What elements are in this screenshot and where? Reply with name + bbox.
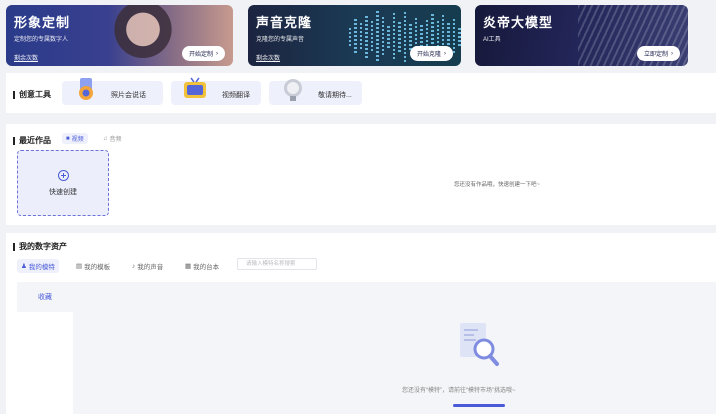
button-label: 开始克隆 (416, 52, 441, 58)
tool-label: 敬请期待... (318, 92, 352, 99)
model-search-input[interactable]: 请输入模特名称搜索 (237, 258, 317, 270)
tool-label: 视频翻译 (222, 92, 250, 99)
favorite-tab[interactable]: 收藏 (38, 292, 52, 302)
tab-label: 我的模板 (84, 264, 111, 271)
tool-video-translate[interactable]: 视频翻译 (171, 77, 261, 105)
chevron-right-icon: › (216, 50, 218, 57)
asset-panel: 收藏 您还没有“模特”，请前往“模特市场”挑选哦~ (17, 282, 716, 414)
tab-audio[interactable]: ♫ 音频 (99, 133, 126, 144)
mic-icon: ♪ (132, 262, 136, 270)
search-placeholder: 请输入模特名称搜索 (246, 261, 296, 267)
avatar-face-image (113, 5, 173, 66)
tab-my-voices[interactable]: ♪ 我的声音 (128, 259, 167, 273)
video-icon: ■ (66, 135, 70, 142)
tab-video[interactable]: ■ 视频 (62, 133, 88, 144)
banner-yandi-model[interactable]: 炎帝大模型 AI工具 立即定制 › (475, 5, 688, 66)
tab-my-templates[interactable]: ▤ 我的模板 (72, 259, 114, 273)
banner-voice-clone[interactable]: 声音克隆 克隆您的专属声音 剩余次数 开始克隆 › (248, 5, 461, 66)
video-translate-icon (184, 77, 206, 98)
tool-talking-photo[interactable]: 照片会说话 (62, 78, 163, 105)
talking-photo-icon (79, 78, 93, 100)
tab-label: 我的台本 (193, 264, 220, 271)
tab-label: 我的模特 (28, 264, 55, 271)
horizontal-scrollbar[interactable] (453, 404, 505, 407)
banner-remaining: 剩余次数 (256, 56, 281, 62)
plus-circle-icon (57, 169, 69, 181)
quick-create-button[interactable]: 快速创建 (17, 150, 109, 216)
recent-works-section: 最近作品 ■ 视频 ♫ 音频 快速创建 您还没有作品哦，快速创建一下吧~ (6, 124, 716, 225)
customize-now-button[interactable]: 立即定制 › (636, 46, 680, 61)
banner-title: 炎帝大模型 (483, 15, 554, 30)
banner-title: 声音克隆 (256, 15, 313, 30)
section-title: 创意工具 (13, 89, 51, 100)
audio-icon: ♫ (103, 135, 108, 142)
creative-tools-section: 创意工具 照片会说话 视频翻译 敬请期待... (6, 73, 716, 113)
empty-works-text: 您还没有作品哦，快速创建一下吧~ (454, 182, 540, 188)
user-icon: ♟ (21, 263, 27, 270)
tab-my-scripts[interactable]: ▦ 我的台本 (181, 259, 223, 273)
banner-remaining: 剩余次数 (14, 56, 39, 62)
empty-folder-search-icon (460, 323, 499, 366)
favorite-column (17, 312, 73, 414)
button-label: 立即定制 (643, 52, 668, 58)
tool-label: 照片会说话 (111, 92, 146, 99)
chevron-right-icon: › (444, 50, 446, 57)
tab-label: 我的声音 (137, 264, 164, 271)
digital-assets-section: 我的数字资产 ♟ 我的模特 ▤ 我的模板 ♪ 我的声音 ▦ 我的台本 请输入模特… (6, 233, 716, 414)
button-label: 开始定制 (188, 52, 213, 58)
start-custom-button[interactable]: 开始定制 › (181, 46, 225, 61)
tab-label: 音频 (109, 137, 122, 143)
template-icon: ▤ (76, 263, 83, 270)
banner-subtitle: 克隆您的专属声音 (256, 37, 305, 43)
chevron-right-icon: › (671, 50, 673, 57)
tool-coming-soon[interactable]: 敬请期待... (269, 79, 362, 105)
banner-title: 形象定制 (14, 15, 71, 30)
empty-models-text: 您还没有“模特”，请前往“模特市场”挑选哦~ (402, 388, 516, 394)
section-title: 最近作品 (13, 135, 51, 146)
section-title: 我的数字资产 (13, 241, 67, 252)
banner-avatar-custom[interactable]: 形象定制 定制您的专属数字人 剩余次数 开始定制 › (6, 5, 233, 66)
banner-subtitle: 定制您的专属数字人 (14, 37, 69, 43)
tab-label: 视频 (71, 137, 84, 143)
script-icon: ▦ (185, 263, 192, 270)
banner-subtitle: AI工具 (483, 37, 501, 43)
quick-create-label: 快速创建 (49, 188, 77, 196)
tab-my-models[interactable]: ♟ 我的模特 (17, 259, 59, 273)
coming-soon-icon (284, 79, 302, 101)
start-clone-button[interactable]: 开始克隆 › (409, 46, 453, 61)
